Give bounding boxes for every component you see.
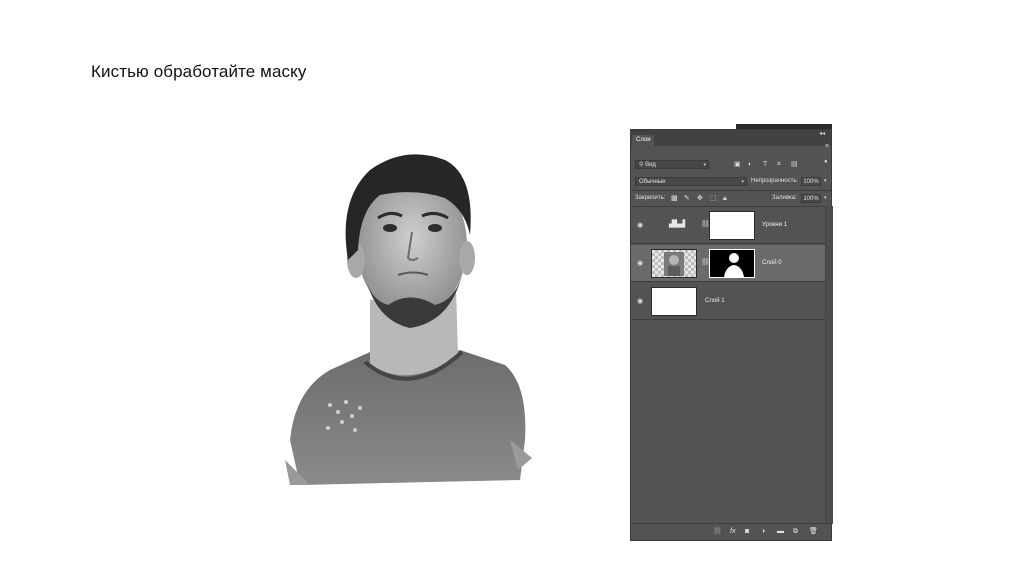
type-filter-icon[interactable]: T bbox=[763, 160, 767, 169]
layer-row-layer1[interactable]: ◉ Слой 1 bbox=[631, 283, 825, 320]
layer-mask-thumbnail[interactable] bbox=[709, 211, 755, 240]
mask-silhouette-icon bbox=[724, 253, 744, 277]
blend-mode-select[interactable]: Обычные ▾ bbox=[635, 177, 747, 186]
panel-header: ◂◂ Слои bbox=[631, 130, 831, 146]
lock-all-icon[interactable]: 🔒︎ bbox=[723, 194, 727, 203]
lock-label: Закрепить: bbox=[635, 195, 666, 201]
layer-mask-thumbnail[interactable] bbox=[709, 249, 755, 278]
divider bbox=[631, 190, 831, 191]
panel-menu-icon[interactable]: ≡ bbox=[825, 143, 829, 150]
opacity-label: Непрозрачность: bbox=[751, 178, 799, 184]
chevron-down-icon: ▾ bbox=[703, 162, 706, 168]
lock-transparent-icon[interactable]: ▩ bbox=[671, 194, 678, 203]
adjustment-filter-icon[interactable]: ◐ bbox=[748, 160, 752, 169]
link-layers-icon[interactable]: ⛓︎ bbox=[713, 527, 722, 536]
tab-layers[interactable]: Слои bbox=[632, 135, 654, 146]
add-mask-icon[interactable]: ◙ bbox=[745, 527, 749, 536]
lock-image-icon[interactable]: ✎ bbox=[684, 194, 690, 203]
layer-row-layer0[interactable]: ◉ ⛓︎ Слой 0 bbox=[631, 245, 825, 282]
layer-name: Слой 1 bbox=[705, 298, 725, 304]
filter-toggle-icon[interactable]: ● bbox=[824, 158, 828, 167]
layer-image-thumbnail[interactable] bbox=[651, 287, 697, 316]
new-layer-icon[interactable]: ⧉ bbox=[793, 527, 798, 536]
slide-title: Кистью обработайте маску bbox=[91, 62, 307, 81]
chevron-down-icon[interactable]: ▾ bbox=[824, 194, 827, 203]
shape-filter-icon[interactable]: ⌗ bbox=[777, 160, 781, 169]
lock-artboard-icon[interactable]: ⬚ bbox=[710, 194, 717, 203]
fx-icon[interactable]: fx bbox=[730, 527, 735, 536]
panel-scrollbar[interactable] bbox=[825, 206, 833, 524]
portrait-thumb-icon bbox=[664, 252, 684, 276]
panel-footer: ⛓︎ fx ◙ ◑ ▬ ⧉ 🗑︎ bbox=[631, 523, 831, 540]
layer-filter-value: Вид bbox=[645, 162, 656, 168]
blend-mode-value: Обычные bbox=[639, 179, 666, 185]
levels-adjustment-icon: ▟▙▟ bbox=[669, 221, 686, 228]
image-filter-icon[interactable]: ▣ bbox=[734, 160, 741, 169]
new-group-icon[interactable]: ▬ bbox=[777, 527, 784, 536]
layers-panel: ◂◂ Слои ≡ ⚲ Вид ▾ ▣ ◐ T ⌗ ▤ ● Обычные ▾ … bbox=[630, 129, 833, 541]
layer-row-levels[interactable]: ◉ ▟▙▟ ⛓︎ Уровни 1 bbox=[631, 207, 825, 244]
delete-layer-icon[interactable]: 🗑︎ bbox=[809, 527, 818, 536]
collapse-panel-icon[interactable]: ◂◂ bbox=[819, 130, 825, 137]
chevron-down-icon[interactable]: ▾ bbox=[824, 177, 827, 186]
layer-filter-select[interactable]: ⚲ Вид ▾ bbox=[635, 160, 709, 169]
lock-position-icon[interactable]: ✥ bbox=[697, 194, 703, 203]
visibility-eye-icon[interactable]: ◉ bbox=[637, 259, 643, 267]
visibility-eye-icon[interactable]: ◉ bbox=[637, 221, 643, 229]
layer-name: Слой 0 bbox=[762, 260, 782, 266]
layer-image-thumbnail[interactable] bbox=[651, 249, 697, 278]
opacity-field[interactable]: 100% bbox=[801, 177, 821, 186]
new-adjustment-icon[interactable]: ◑ bbox=[761, 527, 765, 536]
smartobject-filter-icon[interactable]: ▤ bbox=[791, 160, 798, 169]
masked-portrait-image bbox=[285, 154, 532, 485]
fill-field[interactable]: 100% bbox=[801, 194, 821, 203]
visibility-eye-icon[interactable]: ◉ bbox=[637, 297, 643, 305]
layer-name: Уровни 1 bbox=[762, 222, 788, 228]
fill-label: Заливка: bbox=[772, 195, 797, 201]
chevron-down-icon: ▾ bbox=[741, 179, 744, 185]
